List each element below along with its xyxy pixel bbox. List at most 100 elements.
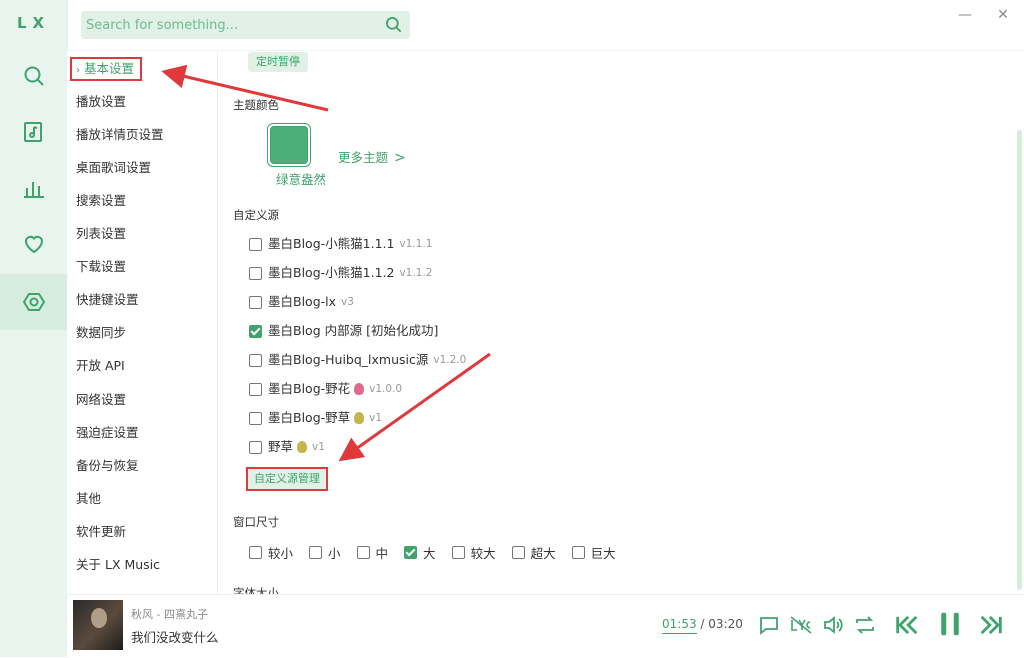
settings-nav-item-search[interactable]: 搜索设置 [76,190,126,212]
settings-nav-item-hotkey[interactable]: 快捷键设置 [76,289,139,311]
settings-nav-item-about[interactable]: 关于 LX Music [76,554,160,576]
settings-nav-item-desktop-lyric[interactable]: 桌面歌词设置 [76,157,151,179]
source-item[interactable]: 墨白Blog-小熊猫1.1.2 v1.1.2 [249,264,432,282]
window-size-option[interactable]: 较小 [249,543,293,562]
settings-nav-item-other[interactable]: 其他 [76,488,101,510]
cover-art [91,608,107,628]
settings-nav-item-sync[interactable]: 数据同步 [76,322,126,344]
window-size-option[interactable]: 巨大 [571,543,616,562]
checkbox[interactable] [249,237,262,251]
source-version: v1 [312,441,325,453]
checkbox[interactable] [249,546,262,559]
side-rail: LX [0,0,68,657]
settings-nav-item-play[interactable]: 播放设置 [76,91,126,113]
previous-button[interactable] [893,611,921,639]
settings-nav-item-ocd[interactable]: 强迫症设置 [76,422,139,444]
player-bar: 秋风 - 四熹丸子 我们没改变什么 01:53 / 03:20 [67,594,1024,658]
settings-nav-item-basic[interactable]: › 基本设置 [70,57,143,81]
comment-icon [760,617,778,635]
window-size-option[interactable]: 大 [404,543,436,562]
checkbox[interactable] [571,546,585,559]
search-input[interactable] [81,11,376,39]
theme-option[interactable] [267,123,311,167]
source-label: 墨白Blog-野草 [268,410,351,425]
chevron-right-icon: › [76,65,80,76]
music-note-icon [23,122,42,142]
rail-favorites[interactable] [0,216,67,272]
checkbox[interactable] [309,546,323,559]
current-time: 01:53 [662,617,697,634]
rail-my-list[interactable] [0,104,67,160]
settings-nav-item-open-api[interactable]: 开放 API [76,355,125,377]
source-item[interactable]: 墨白Blog-lx v3 [249,293,354,311]
settings-content: 定时暂停 主题颜色 绿意盎然 更多主题 > 自定义源 墨白Blog-小熊猫1.1.… [218,51,1012,594]
skip-previous-icon [896,615,918,635]
checkbox[interactable] [249,266,262,280]
window-size-option[interactable]: 较大 [451,543,496,562]
skip-next-icon [980,615,1002,635]
pause-icon [941,612,959,636]
rail-search[interactable] [0,48,67,104]
scrollbar-thumb[interactable] [1017,130,1022,590]
settings-nav-item-network[interactable]: 网络设置 [76,389,126,411]
checkbox[interactable] [356,546,370,559]
lyric-icon [790,616,812,634]
play-mode-button[interactable] [853,613,877,637]
checkbox[interactable] [451,546,465,559]
option-label: 中 [375,546,389,561]
next-button[interactable] [977,611,1005,639]
rail-settings[interactable] [0,274,67,330]
settings-nav-item-list[interactable]: 列表设置 [76,223,126,245]
repeat-icon [856,616,874,634]
volume-icon [824,616,843,634]
source-item[interactable]: 墨白Blog-野花 v1.0.0 [249,380,402,398]
checkbox[interactable] [249,382,262,396]
pause-button[interactable] [935,609,965,639]
comment-button[interactable] [757,613,781,637]
app-logo: LX [16,14,51,32]
timer-pause-button[interactable]: 定时暂停 [248,52,308,72]
settings-nav-item-download[interactable]: 下载设置 [76,256,126,278]
album-cover[interactable] [73,600,123,650]
source-version: v1.2.0 [433,354,467,366]
search-box[interactable] [81,11,410,39]
search-icon[interactable] [384,15,404,35]
source-item[interactable]: 墨白Blog-小熊猫1.1.1 v1.1.1 [249,235,432,253]
source-item[interactable]: 野草 v1 [249,438,325,456]
source-version: v1.1.1 [399,238,433,250]
window-size-option[interactable]: 超大 [511,543,556,562]
option-label: 大 [423,546,436,561]
close-button[interactable]: ✕ [994,6,1012,24]
settings-nav-item-play-detail[interactable]: 播放详情页设置 [76,124,164,146]
window-size-option[interactable]: 小 [309,543,341,562]
settings-nav: › 基本设置 播放设置 播放详情页设置 桌面歌词设置 搜索设置 列表设置 下载设置… [67,51,217,594]
source-item[interactable]: 墨白Blog-野草 v1 [249,409,382,427]
source-item[interactable]: 墨白Blog-Huibq_lxmusic源 v1.2.0 [249,351,466,369]
checkbox-checked[interactable] [404,546,418,559]
checkbox-checked[interactable] [249,324,262,338]
checkbox[interactable] [249,411,262,425]
theme-swatch [270,126,308,164]
time-separator: / [700,617,705,631]
option-label: 巨大 [590,546,616,561]
source-item[interactable]: 墨白Blog 内部源 [初始化成功] [249,322,438,340]
volume-button[interactable] [821,613,845,637]
window-size-option[interactable]: 中 [356,543,389,562]
desktop-lyric-button[interactable] [789,613,813,637]
more-themes-link[interactable]: 更多主题 > [338,147,406,166]
checkbox[interactable] [249,353,262,367]
minimize-button[interactable]: — [956,6,974,24]
section-title-font-size: 字体大小 [233,586,279,594]
settings-nav-item-update[interactable]: 软件更新 [76,521,126,543]
source-version: v1 [369,412,383,424]
settings-nav-item-backup[interactable]: 备份与恢复 [76,455,139,477]
song-title: 我们没改变什么 [131,630,219,645]
checkbox[interactable] [511,546,525,559]
checkbox[interactable] [249,440,262,454]
search-icon [24,66,44,86]
source-version: v3 [341,296,354,308]
playback-time: 01:53 / 03:20 [662,617,743,634]
custom-source-manage-button[interactable]: 自定义源管理 [246,467,328,491]
checkbox[interactable] [249,295,262,309]
rail-leaderboard[interactable] [0,160,67,216]
